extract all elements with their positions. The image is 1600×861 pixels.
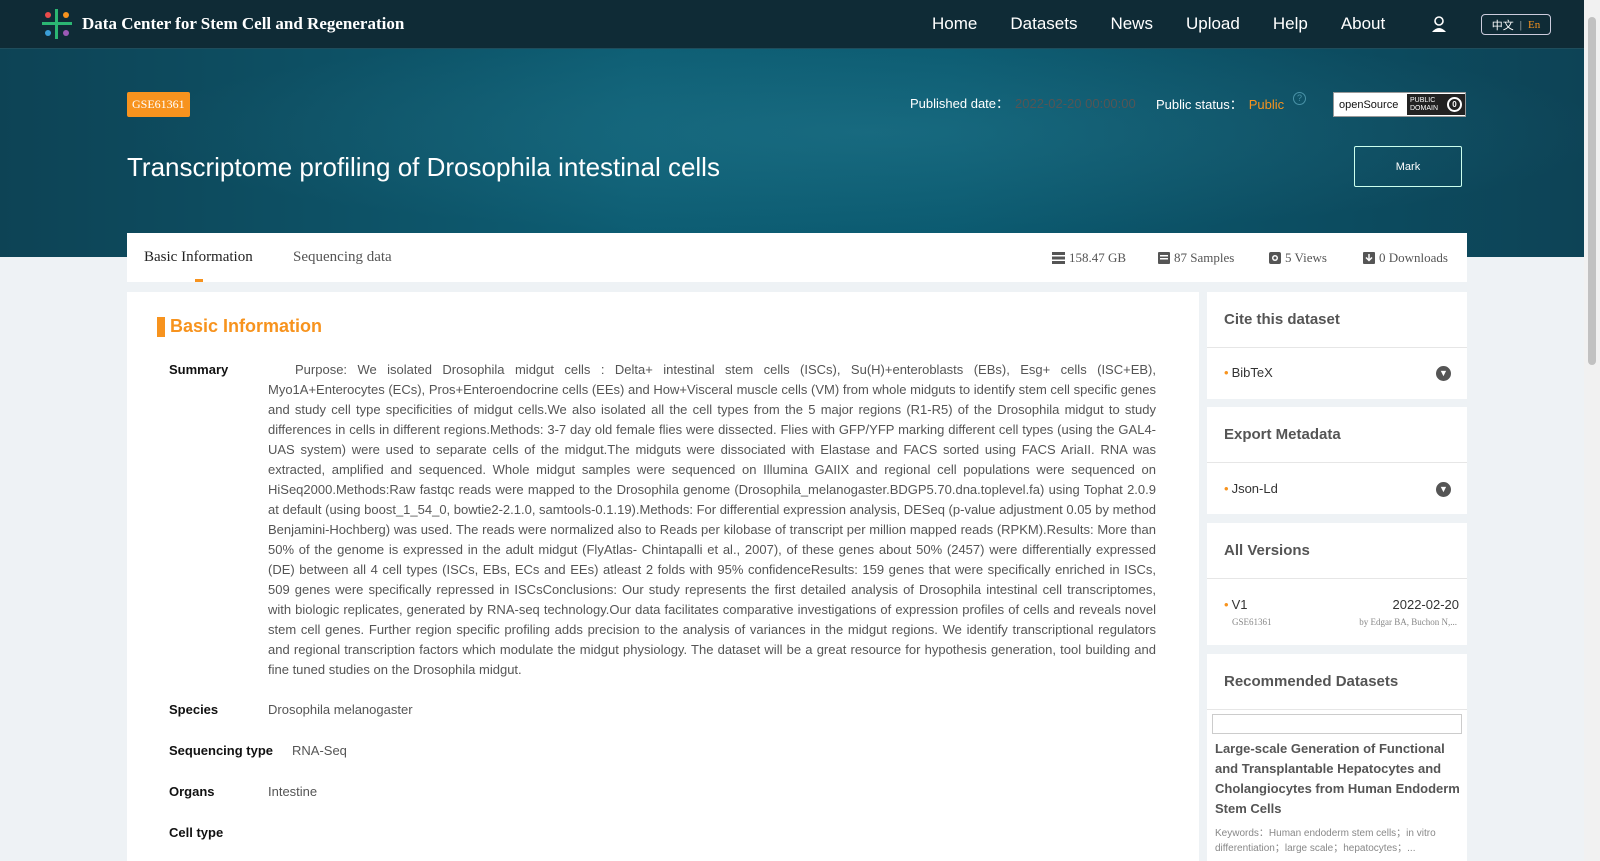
nav-news[interactable]: News — [1110, 14, 1153, 34]
lang-en[interactable]: En — [1528, 19, 1540, 31]
main-nav: Home Datasets News Upload Help About — [932, 0, 1418, 48]
logo-icon — [40, 7, 74, 41]
tab-sequencing-data[interactable]: Sequencing data — [293, 249, 392, 266]
version-authors: by Edgar BA, Buchon N,... — [1359, 617, 1457, 627]
cite-divider — [1207, 347, 1467, 348]
heading-accent-bar — [157, 316, 165, 337]
public-domain-icon: 0 — [1447, 97, 1462, 112]
version-item[interactable]: V1 — [1224, 597, 1248, 612]
json-ld-item[interactable]: Json-Ld — [1224, 481, 1278, 496]
export-card: Export Metadata Json-Ld ▼ — [1207, 407, 1467, 514]
recommended-keywords: Keywords：Human endoderm stem cells；in vi… — [1215, 828, 1436, 854]
nav-home[interactable]: Home — [932, 14, 977, 34]
versions-heading: All Versions — [1224, 542, 1310, 559]
stat-size: 158.47 GB — [1052, 250, 1126, 266]
open-source-label: openSource — [1339, 98, 1399, 111]
bibtex-download-icon[interactable]: ▼ — [1436, 366, 1451, 381]
published-value: 2022-02-20 00:00:00 — [1015, 96, 1136, 111]
lang-separator: | — [1519, 18, 1522, 31]
views-icon — [1269, 252, 1281, 264]
recommended-card: Recommended Datasets Large-scale Generat… — [1207, 654, 1467, 861]
tab-bar: Basic Information Sequencing data 158.47… — [127, 233, 1467, 282]
cell-type-label: Cell type — [169, 825, 224, 840]
recommended-title[interactable]: Large-scale Generation of Functional and… — [1215, 739, 1460, 819]
section-heading: Basic Information — [157, 316, 322, 337]
export-divider — [1207, 462, 1467, 463]
public-domain-line1: PUBLIC — [1410, 96, 1436, 104]
bibtex-item[interactable]: BibTeX — [1224, 365, 1273, 380]
species-value: Drosophila melanogaster — [268, 702, 413, 717]
status-label: Public status： — [1156, 97, 1243, 112]
open-source-badge: openSource PUBLIC DOMAIN 0 — [1333, 92, 1466, 117]
published-date: Published date： 2022-02-20 00:00:00 — [910, 93, 1136, 112]
nav-datasets[interactable]: Datasets — [1010, 14, 1077, 34]
dataset-title: Transcriptome profiling of Drosophila in… — [127, 152, 720, 182]
page-scrollbar[interactable] — [1584, 0, 1600, 861]
stat-samples-value: 87 Samples — [1174, 250, 1235, 265]
status-value: Public — [1248, 97, 1285, 112]
public-status: Public status： Public — [1156, 94, 1284, 113]
summary-label: Summary — [169, 362, 229, 377]
public-domain-line2: DOMAIN — [1410, 104, 1438, 112]
versions-card: All Versions V1 2022-02-20 GSE61361 by E… — [1207, 523, 1467, 645]
samples-icon — [1158, 252, 1170, 264]
recommended-divider — [1207, 709, 1467, 710]
top-navbar: Data Center for Stem Cell and Regenerati… — [0, 0, 1584, 49]
brand[interactable]: Data Center for Stem Cell and Regenerati… — [40, 8, 404, 40]
version-accession: GSE61361 — [1232, 617, 1272, 627]
lang-zh[interactable]: 中文 — [1492, 17, 1514, 33]
mark-button[interactable]: Mark — [1354, 146, 1462, 187]
nav-help[interactable]: Help — [1273, 14, 1308, 34]
organs-value: Intestine — [268, 784, 318, 799]
public-domain-badge: PUBLIC DOMAIN 0 — [1407, 94, 1465, 115]
species-label: Species — [169, 702, 219, 717]
tab-basic-information[interactable]: Basic Information — [144, 249, 253, 266]
summary-text: Purpose: We isolated Drosophila midgut c… — [268, 362, 1156, 677]
brand-title: Data Center for Stem Cell and Regenerati… — [82, 14, 405, 33]
active-tab-indicator — [195, 279, 203, 282]
scrollbar-thumb[interactable] — [1588, 17, 1596, 365]
stat-size-value: 158.47 GB — [1069, 250, 1127, 265]
stat-downloads-value: 0 Downloads — [1379, 250, 1448, 265]
recommended-image[interactable] — [1212, 714, 1462, 734]
accession-badge: GSE61361 — [127, 92, 190, 117]
versions-divider — [1207, 578, 1467, 579]
stat-views-value: 5 Views — [1285, 250, 1327, 265]
version-date: 2022-02-20 — [1392, 597, 1460, 612]
stat-samples: 87 Samples — [1158, 250, 1234, 266]
download-count-icon — [1363, 252, 1375, 264]
cite-card: Cite this dataset BibTeX ▼ — [1207, 292, 1467, 399]
export-heading: Export Metadata — [1224, 426, 1341, 443]
sequencing-type-label: Sequencing type — [169, 743, 274, 758]
section-title: Basic Information — [170, 316, 323, 336]
recommended-heading: Recommended Datasets — [1224, 673, 1399, 690]
basic-information-panel: Basic Information Summary Purpose: We is… — [127, 292, 1199, 861]
language-switch[interactable]: 中文 | En — [1481, 14, 1551, 35]
nav-upload[interactable]: Upload — [1186, 14, 1240, 34]
stat-downloads: 0 Downloads — [1363, 250, 1448, 266]
cite-heading: Cite this dataset — [1224, 311, 1340, 328]
organs-label: Organs — [169, 784, 215, 799]
storage-icon — [1052, 252, 1065, 264]
user-icon[interactable] — [1430, 15, 1448, 33]
json-ld-download-icon[interactable]: ▼ — [1436, 482, 1451, 497]
nav-about[interactable]: About — [1341, 14, 1385, 34]
published-label: Published date： — [910, 96, 1010, 111]
stat-views: 5 Views — [1269, 250, 1327, 266]
help-icon[interactable]: ? — [1293, 92, 1306, 105]
sequencing-type-value: RNA-Seq — [292, 743, 347, 758]
